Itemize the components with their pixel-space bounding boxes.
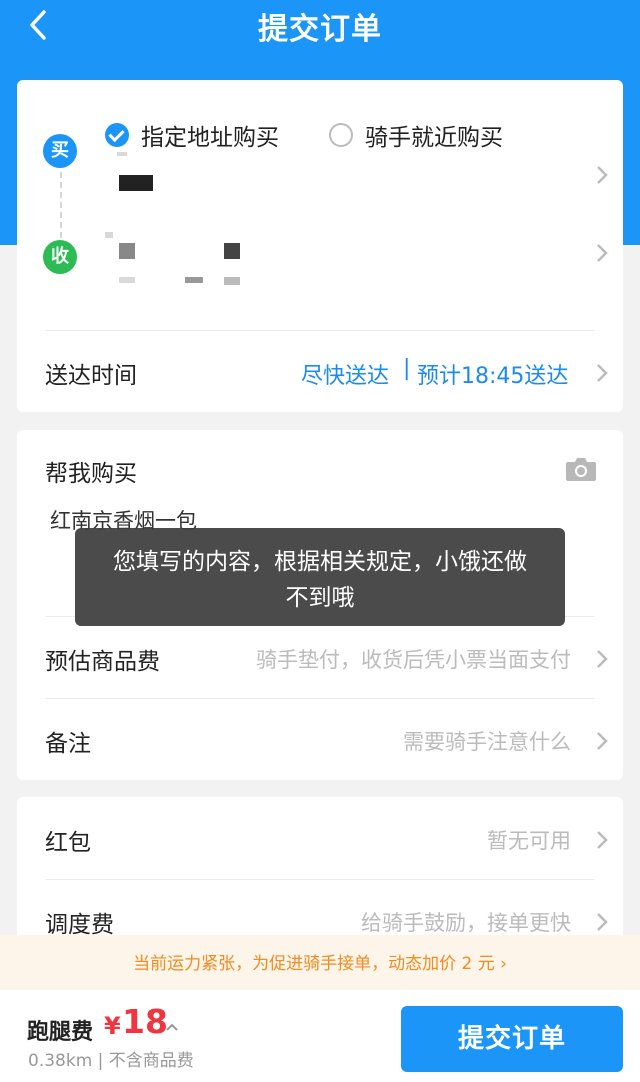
address-connector [60, 172, 62, 238]
toast-message: 您填写的内容，根据相关规定，小饿还做不到哦 [75, 528, 565, 626]
goods-fee-label: 预估商品费 [45, 649, 160, 675]
option-specified-address[interactable]: 指定地址购买 [105, 118, 279, 152]
delivery-time-label: 送达时间 [45, 363, 137, 389]
chevron-right-icon[interactable] [595, 648, 609, 670]
red-packet-hint[interactable]: 暂无可用 [487, 825, 571, 855]
chevron-right-icon[interactable] [595, 730, 609, 752]
remark-hint[interactable]: 需要骑手注意什么 [403, 726, 571, 756]
nav-bar: 提交订单 [0, 0, 640, 52]
order-footer: 跑腿费 ¥ 18 0.38km | 不含商品费 提交订单 [0, 990, 640, 1082]
distance-note: 0.38km | 不含商品费 [28, 1051, 194, 1071]
chevron-right-icon[interactable] [595, 362, 609, 384]
errand-fee-label: 跑腿费 [27, 1020, 94, 1045]
surge-notice[interactable]: 当前运力紧张，为促进骑手接单，动态加价 2 元 › [0, 935, 640, 990]
red-packet-label: 红包 [45, 830, 91, 856]
divider [45, 698, 595, 699]
chevron-right-icon[interactable] [595, 911, 609, 933]
chevron-right-icon[interactable] [595, 164, 609, 186]
dispatch-fee-label: 调度费 [45, 912, 114, 938]
goods-fee-hint[interactable]: 骑手垫付，收货后凭小票当面支付 [256, 644, 571, 674]
option-label: 指定地址购买 [141, 125, 279, 151]
errand-fee-value: 18 [122, 1002, 168, 1041]
receive-badge: 收 [43, 240, 77, 274]
delivery-mode: 尽快送达 [301, 364, 390, 389]
currency-symbol: ¥ [104, 1012, 121, 1040]
fees-card: 红包 暂无可用 调度费 给骑手鼓励，接单更快 [17, 797, 623, 947]
option-rider-nearby[interactable]: 骑手就近购买 [329, 118, 503, 152]
page-title: 提交订单 [258, 12, 382, 47]
purchase-title: 帮我购买 [45, 461, 137, 487]
separator: | [403, 356, 411, 381]
chevron-up-icon[interactable] [165, 1018, 179, 1031]
option-label: 骑手就近购买 [365, 125, 503, 151]
dispatch-fee-hint[interactable]: 给骑手鼓励，接单更快 [361, 907, 571, 937]
divider [45, 330, 595, 331]
buy-badge: 买 [43, 134, 77, 168]
camera-icon[interactable] [565, 456, 597, 482]
chevron-right-icon[interactable] [595, 242, 609, 264]
check-circle-icon [105, 123, 129, 147]
submit-order-button[interactable]: 提交订单 [401, 1006, 623, 1072]
address-card: 指定地址购买 骑手就近购买 买 收 送达时间 尽快送达 | 预计18:45送达 [17, 80, 623, 412]
delivery-estimate: 预计18:45送达 [417, 364, 569, 389]
chevron-right-icon[interactable] [595, 829, 609, 851]
remark-label: 备注 [45, 731, 91, 757]
divider [45, 879, 595, 880]
radio-empty-icon [329, 123, 353, 147]
